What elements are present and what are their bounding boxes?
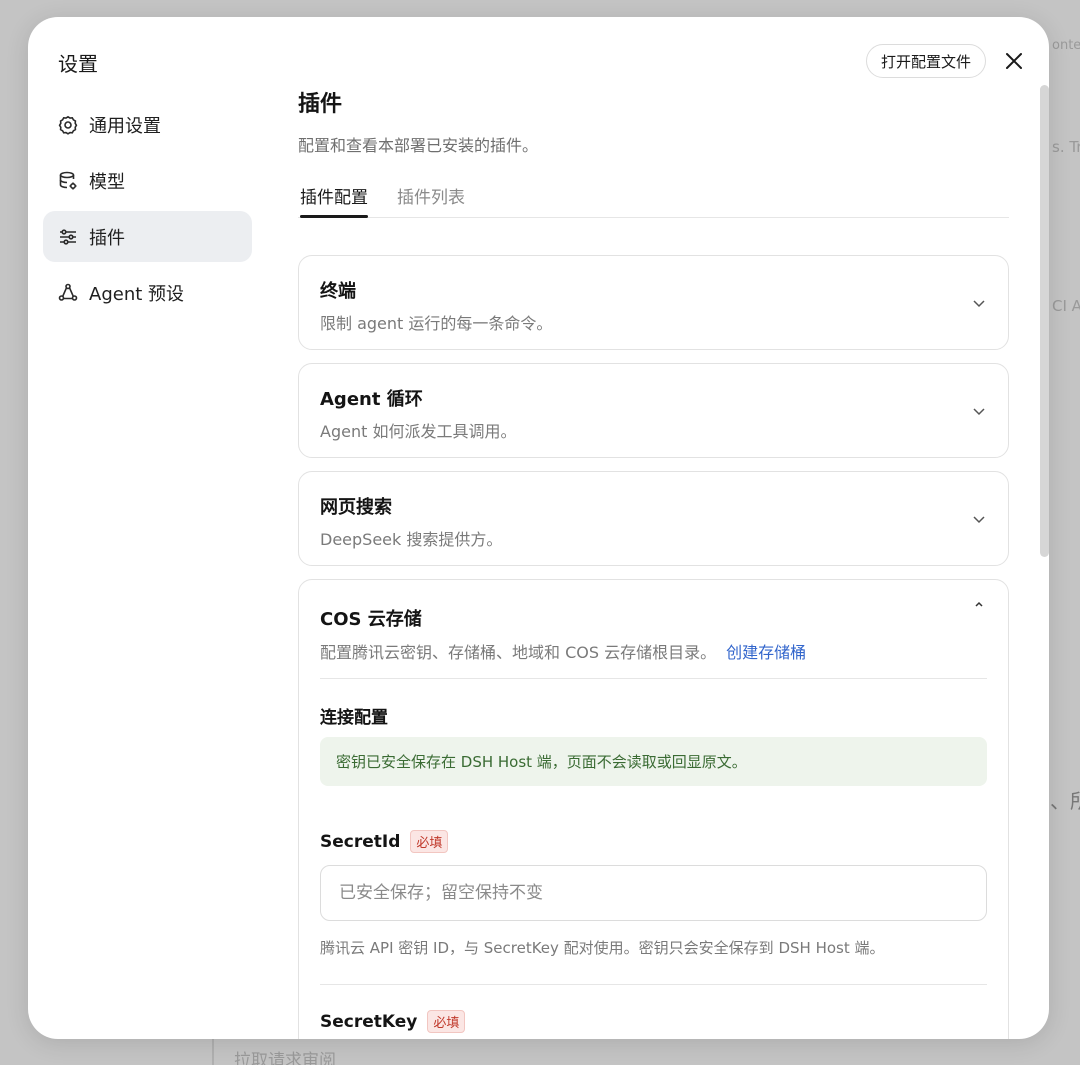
- plugin-card-title: COS 云存储: [320, 609, 422, 630]
- create-bucket-link[interactable]: 创建存储桶: [726, 643, 806, 662]
- sliders-icon: [57, 226, 79, 248]
- chevron-down-icon[interactable]: [972, 296, 986, 310]
- plugin-card-cos-storage: COS 云存储 配置腾讯云密钥、存储桶、地域和 COS 云存储根目录。 创建存储桶…: [298, 579, 1009, 1039]
- divider: [320, 984, 987, 985]
- background-fragment: CI A: [1052, 297, 1080, 315]
- field-label-text: SecretId: [320, 831, 401, 852]
- divider: [320, 678, 987, 679]
- gear-icon: [57, 114, 79, 136]
- plugin-card-description: Agent 如何派发工具调用。: [320, 422, 517, 441]
- sidebar-item-label: 通用设置: [89, 115, 161, 137]
- required-badge: 必填: [410, 830, 449, 853]
- dialog-title: 设置: [58, 52, 98, 76]
- plugin-card-description: DeepSeek 搜索提供方。: [320, 530, 503, 549]
- background-fragment: s. Tr: [1052, 138, 1080, 156]
- sidebar-item-models[interactable]: 模型: [43, 155, 252, 206]
- plugin-tabs: 插件配置 插件列表: [298, 175, 1009, 218]
- agent-icon: [57, 282, 79, 304]
- open-config-file-button[interactable]: 打开配置文件: [866, 44, 986, 78]
- plugin-card-title: 网页搜索: [320, 497, 392, 518]
- section-title: 连接配置: [320, 708, 388, 728]
- chevron-down-icon[interactable]: [972, 512, 986, 526]
- page-title: 插件: [298, 92, 343, 117]
- sidebar-item-label: 插件: [89, 227, 125, 249]
- sidebar-item-label: Agent 预设: [89, 283, 185, 305]
- background-fragment: 拉取请求审阅: [234, 1051, 336, 1065]
- sidebar-item-general[interactable]: 通用设置: [43, 99, 252, 150]
- secret-id-label: SecretId 必填: [320, 830, 449, 853]
- sidebar-item-plugins[interactable]: 插件: [43, 211, 252, 262]
- scrollbar-thumb[interactable]: [1040, 85, 1049, 557]
- settings-sidebar: 通用设置 模型 插件 Agent 预设: [43, 99, 252, 323]
- close-icon[interactable]: [1003, 50, 1025, 72]
- chevron-up-icon[interactable]: [972, 598, 986, 612]
- required-badge: 必填: [427, 1010, 466, 1033]
- secret-id-input[interactable]: [320, 865, 987, 921]
- page-subtitle: 配置和查看本部署已安装的插件。: [298, 136, 539, 155]
- database-icon: [57, 170, 79, 192]
- secret-id-help: 腾讯云 API 密钥 ID，与 SecretKey 配对使用。密钥只会安全保存到…: [320, 939, 885, 957]
- plugin-card-description-text: 配置腾讯云密钥、存储桶、地域和 COS 云存储根目录。: [320, 643, 717, 662]
- field-label-text: SecretKey: [320, 1011, 418, 1032]
- plugin-card-agent-loop[interactable]: Agent 循环 Agent 如何派发工具调用。: [298, 363, 1009, 458]
- plugin-card-description: 配置腾讯云密钥、存储桶、地域和 COS 云存储根目录。 创建存储桶: [320, 639, 806, 663]
- secret-key-label: SecretKey 必填: [320, 1010, 466, 1033]
- chevron-down-icon[interactable]: [972, 404, 986, 418]
- plugin-card-terminal[interactable]: 终端 限制 agent 运行的每一条命令。: [298, 255, 1009, 350]
- plugin-card-description: 限制 agent 运行的每一条命令。: [320, 314, 553, 333]
- background-fragment: onte: [1052, 38, 1080, 53]
- plugin-card-title: Agent 循环: [320, 389, 423, 410]
- plugin-card-title: 终端: [320, 281, 356, 302]
- sidebar-item-label: 模型: [89, 171, 125, 193]
- plugin-card-web-search[interactable]: 网页搜索 DeepSeek 搜索提供方。: [298, 471, 1009, 566]
- tab-plugin-config[interactable]: 插件配置: [300, 183, 368, 208]
- tab-plugin-list[interactable]: 插件列表: [397, 183, 465, 208]
- security-notice: 密钥已安全保存在 DSH Host 端，页面不会读取或回显原文。: [320, 737, 987, 786]
- background-divider: [212, 1038, 214, 1065]
- plugins-panel: 插件 配置和查看本部署已安装的插件。 插件配置 插件列表 终端 限制 agent…: [298, 89, 1009, 1039]
- active-tab-indicator: [300, 215, 368, 218]
- settings-dialog: 设置 通用设置 模型 插件 Agent 预设 打开配置文件 插件 配置和查看本部…: [28, 17, 1049, 1039]
- background-fragment: 、所: [1050, 789, 1080, 813]
- sidebar-item-agent-presets[interactable]: Agent 预设: [43, 267, 252, 318]
